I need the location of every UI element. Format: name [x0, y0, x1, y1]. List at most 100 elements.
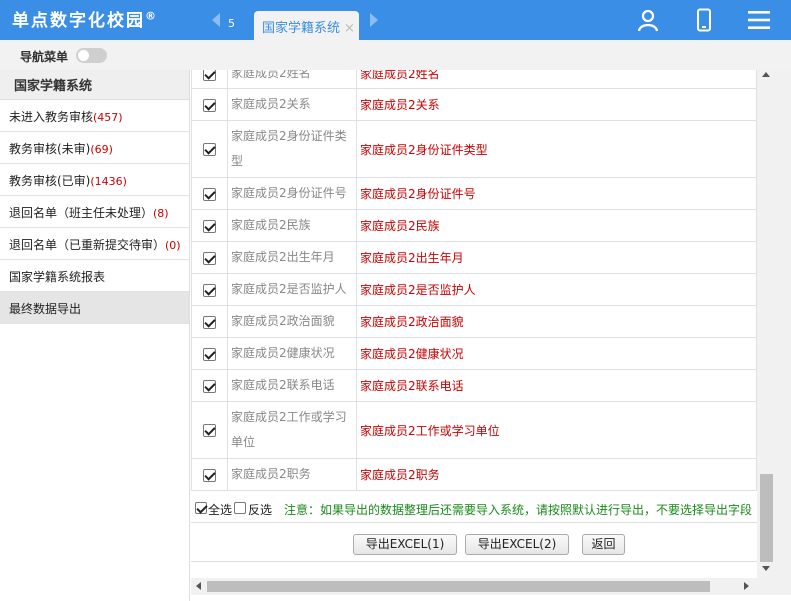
- scroll-up-arrow-icon[interactable]: [762, 72, 770, 77]
- sidebar-item-label: 退回名单（班主任未处理）: [9, 206, 154, 220]
- field-checkbox[interactable]: [203, 347, 216, 361]
- sidebar-item[interactable]: 教务审核(已审)(1436): [0, 164, 189, 196]
- field-row: 家庭成员2关系 家庭成员2关系: [191, 88, 757, 121]
- field-checkbox[interactable]: [203, 283, 216, 297]
- field-checkbox[interactable]: [203, 187, 216, 201]
- sidebar-item[interactable]: 最终数据导出: [0, 292, 189, 324]
- sidebar-item-count: (8): [153, 207, 169, 220]
- field-export-name: 家庭成员2关系: [356, 88, 757, 121]
- select-all-checkbox[interactable]: [195, 502, 207, 514]
- app-logo: 单点数字化校园®: [12, 6, 158, 31]
- scroll-left-arrow-icon[interactable]: [196, 582, 201, 590]
- horizontal-scroll-thumb[interactable]: [207, 581, 710, 592]
- field-row: 家庭成员2联系电话 家庭成员2联系电话: [191, 369, 757, 402]
- sidebar-item[interactable]: 未进入教务审核(457): [0, 100, 189, 132]
- field-checkbox[interactable]: [203, 98, 216, 112]
- tab-label: 国家学籍系统: [262, 21, 341, 36]
- export-excel-1-button[interactable]: 导出EXCEL(1): [353, 534, 457, 555]
- field-row: 家庭成员2出生年月 家庭成员2出生年月: [191, 241, 757, 274]
- field-checkbox[interactable]: [203, 219, 216, 233]
- export-notice: 注意：如果导出的数据整理后还需要导入系统，请按照默认进行导出，不要选择导出字段: [284, 503, 753, 517]
- field-checkbox[interactable]: [203, 468, 216, 482]
- field-checkbox-cell: [191, 401, 228, 459]
- field-checkbox[interactable]: [203, 70, 216, 81]
- nav-bar: 导航菜单: [0, 40, 791, 70]
- field-label: 家庭成员2出生年月: [227, 241, 357, 274]
- sidebar-item-label: 未进入教务审核: [9, 110, 94, 124]
- tab-scroll-left-icon[interactable]: [212, 13, 220, 27]
- field-checkbox[interactable]: [203, 143, 216, 156]
- field-label: 家庭成员2联系电话: [227, 369, 357, 402]
- field-checkbox-cell: [191, 337, 228, 370]
- field-row: 家庭成员2身份证件号 家庭成员2身份证件号: [191, 177, 757, 210]
- sidebar-item-label: 国家学籍系统报表: [9, 270, 106, 284]
- field-row: 家庭成员2姓名 家庭成员2姓名: [191, 70, 757, 89]
- sidebar-item-label: 最终数据导出: [9, 302, 82, 316]
- field-export-name: 家庭成员2是否监护人: [356, 273, 757, 306]
- field-checkbox-cell: [191, 88, 228, 121]
- sidebar-item[interactable]: 国家学籍系统报表: [0, 260, 189, 292]
- export-fields-table: 家庭成员2姓名 家庭成员2姓名 家庭成员2关系 家庭成员2关系 家庭成员2身份证件类型家…: [191, 70, 757, 491]
- user-icon[interactable]: [636, 8, 660, 32]
- field-checkbox[interactable]: [203, 251, 216, 265]
- selection-row: 全选 反选 注意：如果导出的数据整理后还需要导入系统，请按照默认进行导出，不要选…: [191, 498, 757, 520]
- nav-menu-toggle[interactable]: [76, 48, 107, 63]
- tab-scroll-right-icon[interactable]: [370, 13, 378, 27]
- sidebar: 国家学籍系统 未进入教务审核(457) 教务审核(未审)(69) 教务审核(已审)(…: [0, 70, 190, 601]
- field-export-name: 家庭成员2出生年月: [356, 241, 757, 274]
- scroll-down-arrow-icon[interactable]: [762, 566, 770, 571]
- tab-partial[interactable]: 5: [228, 17, 235, 30]
- nav-menu-label: 导航菜单: [20, 50, 69, 64]
- sidebar-item[interactable]: 退回名单（已重新提交待审）(0): [0, 228, 189, 260]
- toggle-knob: [78, 50, 89, 61]
- field-checkbox-cell: [191, 209, 228, 242]
- field-checkbox[interactable]: [203, 379, 216, 393]
- sidebar-item-label: 退回名单（已重新提交待审）: [9, 238, 166, 252]
- field-row: 家庭成员2民族 家庭成员2民族: [191, 209, 757, 242]
- field-export-name: 家庭成员2联系电话: [356, 369, 757, 402]
- field-export-name: 家庭成员2政治面貌: [356, 305, 757, 338]
- phone-icon[interactable]: [692, 8, 716, 32]
- scroll-right-arrow-icon[interactable]: [744, 582, 749, 590]
- field-export-name: 家庭成员2工作或学习单位: [356, 401, 757, 459]
- sidebar-list: 未进入教务审核(457) 教务审核(未审)(69) 教务审核(已审)(1436) 退回…: [0, 100, 189, 324]
- field-export-name: 家庭成员2身份证件类型: [356, 120, 757, 178]
- field-checkbox[interactable]: [203, 315, 216, 329]
- field-checkbox-cell: [191, 70, 228, 89]
- field-export-name: 家庭成员2职务: [356, 458, 757, 491]
- field-checkbox-cell: [191, 273, 228, 306]
- sidebar-item[interactable]: 教务审核(未审)(69): [0, 132, 189, 164]
- sidebar-item-label: 教务审核(已审): [9, 174, 91, 188]
- sidebar-item[interactable]: 退回名单（班主任未处理）(8): [0, 196, 189, 228]
- field-checkbox-cell: [191, 369, 228, 402]
- field-export-name: 家庭成员2健康状况: [356, 337, 757, 370]
- field-row: 家庭成员2身份证件类型 家庭成员2身份证件类型: [191, 120, 757, 178]
- app-title: 单点数字化校园: [12, 11, 145, 31]
- tab-close-icon[interactable]: ×: [344, 21, 355, 36]
- button-row: 导出EXCEL(1) 导出EXCEL(2) 返回: [191, 522, 757, 562]
- invert-select-label[interactable]: 反选: [248, 501, 272, 518]
- vertical-scroll-thumb[interactable]: [760, 474, 773, 562]
- invert-select-checkbox[interactable]: [234, 502, 246, 514]
- menu-icon[interactable]: [747, 8, 771, 32]
- field-export-name: 家庭成员2身份证件号: [356, 177, 757, 210]
- sidebar-item-count: (1436): [90, 175, 127, 188]
- field-checkbox[interactable]: [203, 424, 216, 437]
- select-all-label[interactable]: 全选: [208, 501, 232, 518]
- field-checkbox-cell: [191, 120, 228, 178]
- tab-national-registry[interactable]: 国家学籍系统 ×: [254, 11, 359, 40]
- field-checkbox-cell: [191, 458, 228, 491]
- field-label: 家庭成员2政治面貌: [227, 305, 357, 338]
- field-label: 家庭成员2身份证件号: [227, 177, 357, 210]
- main-content: 家庭成员2姓名 家庭成员2姓名 家庭成员2关系 家庭成员2关系 家庭成员2身份证件类型家…: [191, 70, 757, 578]
- field-label: 家庭成员2是否监护人: [227, 273, 357, 306]
- field-label: 家庭成员2姓名: [227, 70, 357, 89]
- back-button[interactable]: 返回: [582, 534, 625, 555]
- sidebar-item-count: (457): [93, 111, 123, 124]
- field-export-name: 家庭成员2姓名: [356, 70, 757, 89]
- field-label: 家庭成员2健康状况: [227, 337, 357, 370]
- export-excel-2-button[interactable]: 导出EXCEL(2): [465, 534, 569, 555]
- field-checkbox-cell: [191, 241, 228, 274]
- field-label: 家庭成员2关系: [227, 88, 357, 121]
- sidebar-item-count: (0): [165, 239, 181, 252]
